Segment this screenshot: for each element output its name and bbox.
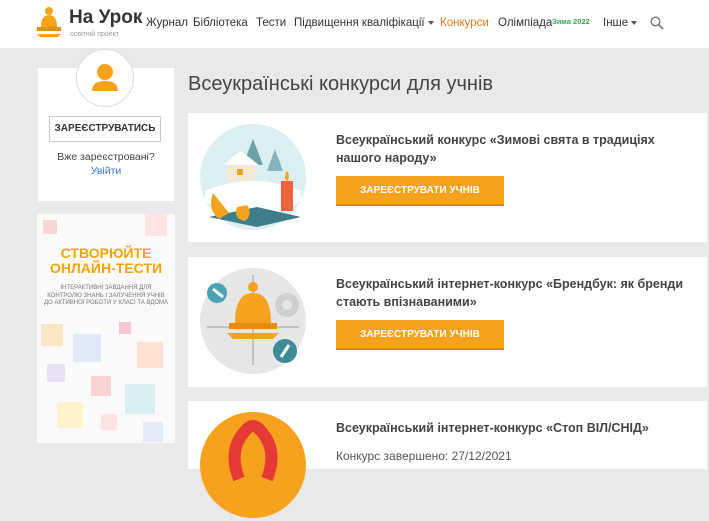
chevron-down-icon	[631, 20, 638, 25]
promo-title-line2: ОНЛАЙН-ТЕСТИ	[49, 260, 163, 276]
decor-square	[47, 364, 65, 382]
winter-holidays-illustration	[200, 124, 306, 230]
nav-item-library[interactable]: Бібліотека	[193, 17, 248, 29]
nav-item-other[interactable]: Інше	[603, 17, 638, 29]
login-link[interactable]: Увійти	[38, 165, 174, 177]
search-icon[interactable]	[650, 16, 664, 30]
nav-item-tests[interactable]: Тести	[256, 17, 286, 29]
decor-square	[145, 214, 167, 236]
nav-item-qualification-label: Підвищення кваліфікації	[294, 17, 425, 29]
decor-square	[143, 422, 163, 442]
contest-title[interactable]: Всеукраїнський інтернет-конкурс «Брендбу…	[336, 275, 691, 311]
olympiad-badge: Зима 2022	[552, 17, 590, 26]
contest-card: Всеукраїнський інтернет-конкурс «Стоп ВІ…	[188, 401, 707, 518]
register-button[interactable]: ЗАРЕЄСТРУВАТИСЬ	[49, 116, 161, 142]
decor-square	[101, 414, 117, 430]
promo-title-line1: СТВОРЮЙТЕ	[60, 245, 152, 261]
contest-title[interactable]: Всеукраїнський інтернет-конкурс «Стоп ВІ…	[336, 419, 691, 437]
logo-title: На Урок	[69, 7, 143, 28]
contest-card: Всеукраїнський конкурс «Зимові свята в т…	[188, 113, 707, 242]
decor-square	[73, 334, 101, 362]
user-icon	[92, 64, 118, 91]
decor-square	[43, 220, 57, 234]
chevron-down-icon	[427, 20, 434, 25]
decor-square	[41, 324, 63, 346]
already-registered-text: Вже зареєстровані?	[57, 151, 155, 163]
promo-text: ІНТЕРАКТИВНІ ЗАВДАННЯ ДЛЯ КОНТРОЛЮ ЗНАНЬ…	[43, 285, 169, 306]
brandbook-illustration	[200, 268, 306, 374]
register-students-button[interactable]: ЗАРЕЄСТРУВАТИ УЧНІВ	[336, 320, 504, 350]
logo[interactable]: На Урок освітній проект	[36, 6, 146, 42]
nav-item-journal[interactable]: Журнал	[146, 17, 188, 29]
decor-square	[91, 376, 111, 396]
promo-title: СТВОРЮЙТЕ ОНЛАЙН-ТЕСТИ	[37, 246, 175, 276]
avatar	[76, 49, 134, 107]
register-students-button[interactable]: ЗАРЕЄСТРУВАТИ УЧНІВ	[336, 176, 504, 206]
stop-hiv-aids-illustration	[200, 412, 306, 518]
decor-square	[57, 402, 83, 428]
decor-square	[125, 384, 155, 414]
online-tests-promo-banner[interactable]: СТВОРЮЙТЕ ОНЛАЙН-ТЕСТИ ІНТЕРАКТИВНІ ЗАВДА…	[37, 214, 175, 443]
page-title: Всеукраїнські конкурси для учнів	[188, 73, 494, 95]
decor-square	[137, 342, 163, 368]
contest-card: Всеукраїнський інтернет-конкурс «Брендбу…	[188, 257, 707, 387]
nav-item-contests[interactable]: Конкурси	[440, 17, 489, 29]
bell-logo-icon	[37, 7, 61, 37]
top-navigation-bar: На Урок освітній проект Журнал Бібліотек…	[0, 0, 709, 48]
nav-item-olympiad[interactable]: Олімпіада	[498, 17, 552, 29]
decor-square	[119, 322, 131, 334]
contest-status: Конкурс завершено: 27/12/2021	[336, 449, 512, 463]
nav-item-qualification[interactable]: Підвищення кваліфікації	[294, 17, 434, 29]
contest-title[interactable]: Всеукраїнський конкурс «Зимові свята в т…	[336, 131, 691, 167]
logo-subtitle: освітній проект	[70, 31, 119, 38]
nav-item-other-label: Інше	[603, 17, 629, 29]
